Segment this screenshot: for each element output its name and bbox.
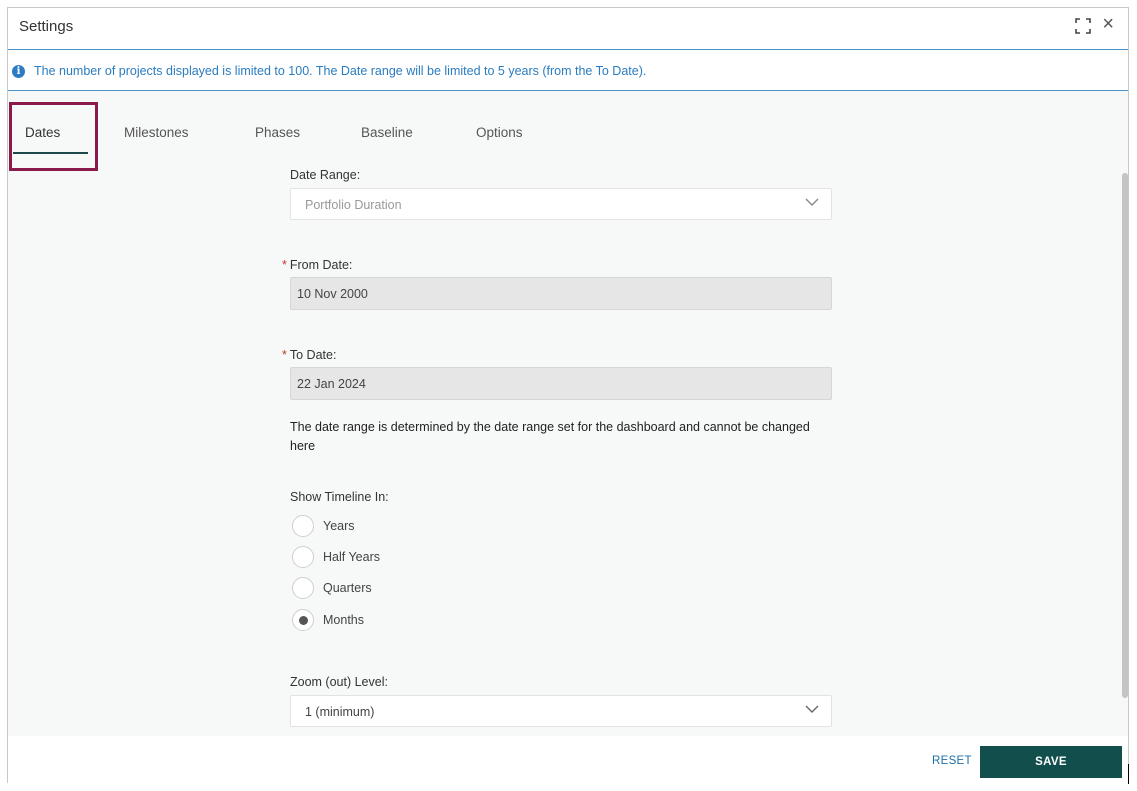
timeline-label: Show Timeline In: [290,490,389,504]
date-range-label: Date Range: [290,168,361,182]
text-cursor [1128,764,1129,784]
tab-bar: Dates Milestones Phases Baseline Options [8,92,1128,156]
to-date-value: 22 Jan 2024 [297,377,366,391]
settings-dialog: Settings × i The number of projects disp… [7,7,1129,783]
required-marker: * [282,348,287,362]
radio-button[interactable] [292,515,314,537]
zoom-level-select[interactable]: 1 (minimum) [290,695,832,727]
zoom-level-value: 1 (minimum) [305,705,375,719]
tab-options[interactable]: Options [476,125,523,140]
radio-label: Months [323,613,364,627]
from-date-label-text: From Date: [289,258,353,272]
chevron-down-icon [805,198,819,206]
to-date-label-text: To Date: [289,348,337,362]
content-scrollbar[interactable] [1122,173,1128,698]
tab-baseline[interactable]: Baseline [361,125,413,140]
required-marker: * [282,258,287,272]
radio-label: Quarters [323,581,372,595]
radio-button[interactable] [292,577,314,599]
radio-button-checked[interactable] [292,609,314,631]
to-date-field[interactable]: 22 Jan 2024 [290,367,832,400]
tab-milestones[interactable]: Milestones [124,125,189,140]
info-icon: i [12,65,25,78]
tab-phases[interactable]: Phases [255,125,300,140]
dialog-titlebar: Settings × [8,8,1128,50]
close-icon[interactable]: × [1102,14,1114,34]
reset-button[interactable]: RESET [932,755,972,767]
chevron-down-icon [805,705,819,713]
dialog-footer: RESET SAVE [8,736,1128,783]
radio-label: Half Years [323,550,380,564]
from-date-field[interactable]: 10 Nov 2000 [290,277,832,310]
date-range-note: The date range is determined by the date… [290,420,810,453]
to-date-label: * To Date: [282,348,336,362]
from-date-value: 10 Nov 2000 [297,287,368,301]
expand-icon[interactable] [1074,17,1092,35]
radio-button[interactable] [292,546,314,568]
dialog-title: Settings [19,18,74,35]
from-date-label: * From Date: [282,258,352,272]
info-banner: i The number of projects displayed is li… [8,51,1128,91]
date-range-select[interactable]: Portfolio Duration [290,188,832,220]
zoom-level-label: Zoom (out) Level: [290,675,388,689]
radio-label: Years [323,519,355,533]
save-button[interactable]: SAVE [980,746,1122,778]
dates-panel: Date Range: Portfolio Duration * From Dat… [8,158,1128,736]
info-text: The number of projects displayed is limi… [34,64,647,78]
date-range-value: Portfolio Duration [305,198,402,212]
